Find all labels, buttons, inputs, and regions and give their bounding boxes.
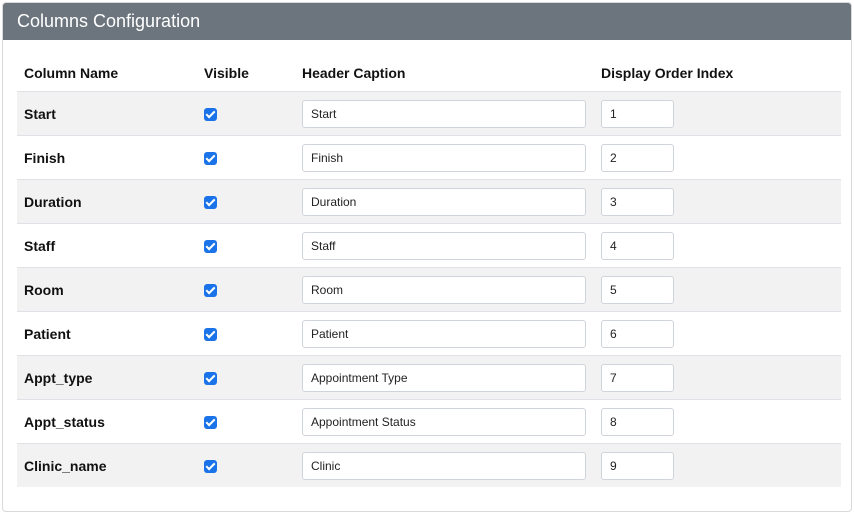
display-order-input[interactable] (601, 231, 674, 260)
header-caption-input[interactable] (302, 187, 586, 216)
visible-checkbox[interactable] (204, 196, 217, 210)
table-row: Patient (17, 311, 841, 356)
visible-checkbox[interactable] (204, 328, 217, 342)
column-name-cell: Appt_status (17, 399, 197, 444)
table-row: Start (17, 91, 841, 136)
header-caption-input[interactable] (302, 143, 586, 172)
table-row: Staff (17, 223, 841, 268)
column-name-cell: Staff (17, 223, 197, 268)
table-row: Duration (17, 179, 841, 224)
display-order-input[interactable] (601, 319, 674, 348)
visible-checkbox[interactable] (204, 284, 217, 298)
column-name-cell: Duration (17, 179, 197, 224)
columns-configuration-panel: Columns Configuration Column Name Visibl… (2, 2, 852, 512)
visible-checkbox[interactable] (204, 108, 217, 122)
display-order-header: Display Order Index (601, 64, 734, 81)
column-name-cell: Start (17, 91, 197, 136)
visible-header: Visible (204, 64, 249, 81)
display-order-input[interactable] (601, 363, 674, 392)
display-order-input[interactable] (601, 99, 674, 128)
header-caption-input[interactable] (302, 407, 586, 436)
visible-checkbox[interactable] (204, 372, 217, 386)
visible-checkbox[interactable] (204, 240, 217, 254)
header-caption-input[interactable] (302, 319, 586, 348)
column-name-cell: Clinic_name (17, 443, 197, 487)
table-row: Appt_status (17, 399, 841, 444)
header-caption-input[interactable] (302, 99, 586, 128)
display-order-input[interactable] (601, 187, 674, 216)
visible-checkbox[interactable] (204, 416, 217, 430)
table-row: Room (17, 267, 841, 312)
panel-title: Columns Configuration (3, 3, 851, 40)
table-row: Clinic_name (17, 443, 841, 487)
header-caption-input[interactable] (302, 275, 586, 304)
column-name-cell: Patient (17, 311, 197, 356)
display-order-input[interactable] (601, 143, 674, 172)
column-name-cell: Finish (17, 135, 197, 180)
header-caption-header: Header Caption (302, 64, 406, 81)
display-order-input[interactable] (601, 275, 674, 304)
visible-checkbox[interactable] (204, 460, 217, 474)
visible-checkbox[interactable] (204, 152, 217, 166)
display-order-input[interactable] (601, 451, 674, 480)
columns-table: Column Name Visible Header Caption Displ… (17, 54, 841, 487)
header-caption-input[interactable] (302, 231, 586, 260)
column-name-header: Column Name (24, 64, 119, 81)
header-caption-input[interactable] (302, 363, 586, 392)
table-row: Finish (17, 135, 841, 180)
display-order-input[interactable] (601, 407, 674, 436)
table-header-row: Column Name Visible Header Caption Displ… (17, 54, 841, 92)
header-caption-input[interactable] (302, 451, 586, 480)
column-name-cell: Appt_type (17, 355, 197, 400)
column-name-cell: Room (17, 267, 197, 312)
table-row: Appt_type (17, 355, 841, 400)
